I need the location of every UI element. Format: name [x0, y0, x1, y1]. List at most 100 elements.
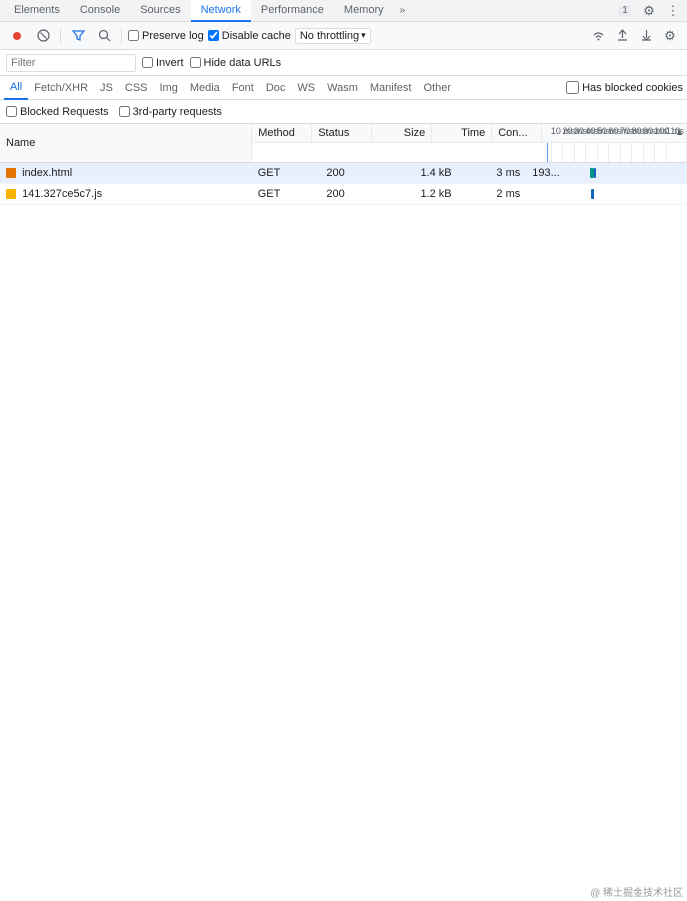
table-row[interactable]: index.html GET 200 1.4 kB 3 ms 193... [0, 163, 687, 184]
more-options-icon[interactable]: ⋮ [663, 1, 683, 21]
cell-time-0: 3 ms [458, 163, 527, 184]
waterfall-time-marker [547, 143, 548, 162]
clear-icon [37, 29, 50, 42]
settings-gear-icon[interactable]: ⚙ [639, 1, 659, 21]
table-row[interactable]: 141.327ce5c7.js GET 200 1.2 kB 2 ms [0, 184, 687, 205]
search-icon [98, 29, 111, 42]
waterfall-bar-container-0 [589, 165, 680, 181]
record-button[interactable] [6, 25, 28, 47]
network-table-body: index.html GET 200 1.4 kB 3 ms 193... [0, 163, 687, 205]
waterfall-tick-area: 10 ms20 ms30 ms40 ms50 ms60 ms70 ms80 ms… [542, 124, 686, 142]
import-har-button[interactable] [611, 25, 633, 47]
throttle-chevron-icon: ▾ [361, 30, 366, 41]
preserve-log-checkbox[interactable] [128, 30, 139, 41]
third-party-requests-label[interactable]: 3rd-party requests [119, 106, 222, 118]
type-filter-bar: All Fetch/XHR JS CSS Img Media Font Doc … [0, 76, 687, 100]
network-table: Name Method Status [0, 124, 687, 205]
tab-icons: 1 ⚙ ⋮ [615, 1, 683, 21]
has-blocked-cookies-label[interactable]: Has blocked cookies [566, 81, 683, 94]
waterfall-tick-lines-area [542, 143, 686, 162]
tab-more-button[interactable]: » [394, 2, 412, 19]
tab-network[interactable]: Network [191, 0, 251, 22]
js-file-icon [6, 189, 16, 199]
blocked-requests-label[interactable]: Blocked Requests [6, 106, 109, 118]
col-header-time[interactable]: Time [432, 124, 492, 142]
waterfall-bar-container-1 [589, 186, 680, 202]
network-settings-button[interactable]: ⚙ [659, 25, 681, 47]
network-table-container: Name Method Status [0, 124, 687, 901]
record-dot-icon [13, 32, 21, 40]
col-header-size[interactable]: Size [372, 124, 432, 142]
cell-status-0: 200 [320, 163, 389, 184]
col-header-con[interactable]: Con... [492, 124, 542, 142]
tab-memory[interactable]: Memory [334, 0, 394, 22]
disable-cache-label[interactable]: Disable cache [208, 30, 291, 42]
waterfall-bar-receive-0 [594, 168, 596, 178]
sort-arrow-icon: ▲ [675, 126, 684, 138]
col-header-name[interactable]: Name [0, 124, 252, 163]
table-header-row: Name Method Status [0, 124, 687, 163]
type-filter-js[interactable]: JS [94, 76, 119, 100]
toolbar-divider-1 [60, 28, 61, 44]
filter-input[interactable] [6, 54, 136, 72]
type-filter-manifest[interactable]: Manifest [364, 76, 418, 100]
invert-label[interactable]: Invert [142, 57, 184, 69]
tab-elements[interactable]: Elements [4, 0, 70, 22]
type-filter-all[interactable]: All [4, 76, 28, 100]
type-filter-media[interactable]: Media [184, 76, 226, 100]
col-header-status[interactable]: Status [312, 124, 372, 142]
cell-con-1 [526, 184, 583, 205]
tab-sources[interactable]: Sources [130, 0, 190, 22]
tab-performance[interactable]: Performance [251, 0, 334, 22]
type-filter-css[interactable]: CSS [119, 76, 154, 100]
cell-name-0: index.html [0, 163, 252, 184]
type-filter-other[interactable]: Other [417, 76, 457, 100]
type-filter-font[interactable]: Font [226, 76, 260, 100]
upload-icon [616, 29, 629, 42]
toolbar-right-icons: ⚙ [587, 25, 681, 47]
third-party-requests-checkbox[interactable] [119, 106, 130, 117]
col-header-method[interactable]: Method [252, 124, 312, 142]
download-icon [640, 29, 653, 42]
type-filter-img[interactable]: Img [154, 76, 184, 100]
toolbar-divider-2 [121, 28, 122, 44]
badge-count: 1 [619, 5, 631, 16]
waterfall-bar-1 [591, 189, 594, 199]
network-toolbar: Preserve log Disable cache No throttling… [0, 22, 687, 50]
export-har-button[interactable] [635, 25, 657, 47]
cell-status-1: 200 [320, 184, 389, 205]
cell-size-0: 1.4 kB [389, 163, 458, 184]
hide-data-urls-checkbox[interactable] [190, 57, 201, 68]
clear-button[interactable] [32, 25, 54, 47]
hide-data-urls-label[interactable]: Hide data URLs [190, 57, 282, 69]
cell-method-0: GET [252, 163, 321, 184]
type-filter-fetch[interactable]: Fetch/XHR [28, 76, 94, 100]
cell-name-1: 141.327ce5c7.js [0, 184, 252, 205]
disable-cache-checkbox[interactable] [208, 30, 219, 41]
filter-toggle-button[interactable] [67, 25, 89, 47]
invert-checkbox[interactable] [142, 57, 153, 68]
search-button[interactable] [93, 25, 115, 47]
type-filter-doc[interactable]: Doc [260, 76, 292, 100]
tab-console[interactable]: Console [70, 0, 130, 22]
has-blocked-cookies-checkbox[interactable] [566, 81, 579, 94]
blocked-requests-checkbox[interactable] [6, 106, 17, 117]
network-conditions-button[interactable] [587, 25, 609, 47]
watermark: @ 稀土掘金技术社区 [590, 884, 683, 899]
cell-size-1: 1.2 kB [389, 184, 458, 205]
cell-method-1: GET [252, 184, 321, 205]
waterfall-graph-header [252, 142, 686, 162]
preserve-log-label[interactable]: Preserve log [128, 30, 204, 42]
filter-icon [72, 29, 85, 42]
type-filter-wasm[interactable]: Wasm [321, 76, 364, 100]
cell-time-1: 2 ms [458, 184, 527, 205]
html-file-icon [6, 168, 16, 178]
cell-con-0: 193... [526, 163, 583, 184]
badge-icon: 1 [615, 1, 635, 21]
tab-bar: Elements Console Sources Network Perform… [0, 0, 687, 22]
devtools-panel: Elements Console Sources Network Perform… [0, 0, 687, 901]
options-bar: Blocked Requests 3rd-party requests [0, 100, 687, 124]
type-filter-ws[interactable]: WS [291, 76, 321, 100]
throttle-select[interactable]: No throttling ▾ [295, 28, 371, 44]
wifi-icon [592, 29, 605, 42]
